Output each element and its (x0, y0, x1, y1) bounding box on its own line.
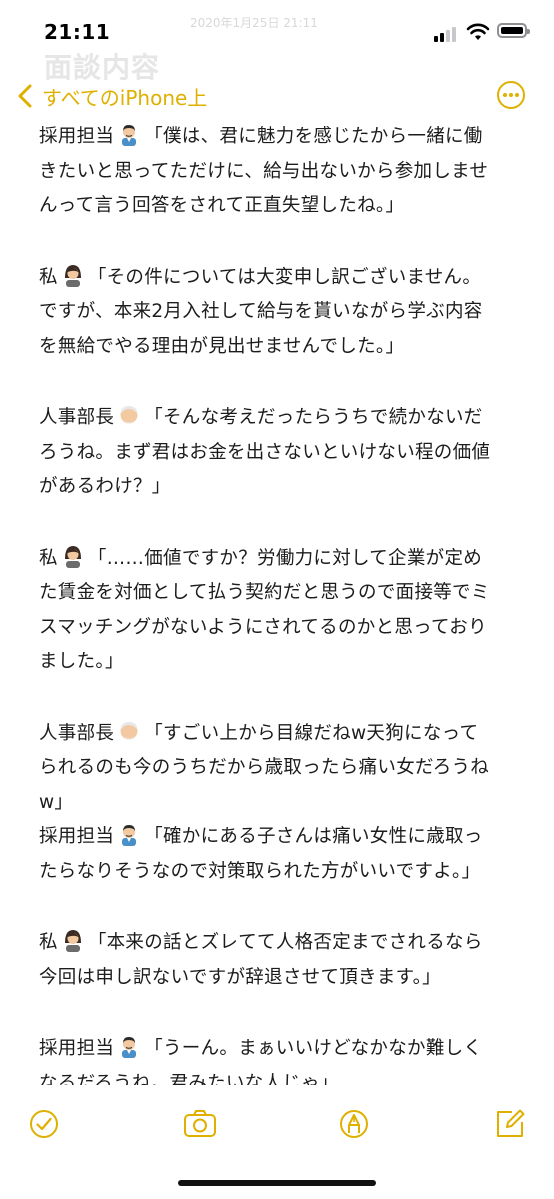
line-text: 今回は申し訳ないですが辞退させて頂きます。」 (39, 966, 441, 988)
note-paragraph: 採用担当「うーん。まぁいいけどなかなか難しくなるだろうね。君みたいな人じゃ」人事… (39, 1032, 529, 1085)
battery-icon (497, 23, 530, 38)
line-text: 「本来の話とズレてて人格否定までされるなら (87, 932, 483, 953)
line-text: ました。」 (39, 651, 124, 672)
note-line: 人事部長 「そんな考えだったらうちで続かないだ (39, 401, 529, 436)
note-line: スマッチングがないようにされてるのかと思っており (39, 611, 529, 646)
speaker-name: 私 (39, 266, 58, 288)
line-text: を無給でやる理由が見出せませんでした。」 (39, 335, 405, 357)
chevron-left-icon (18, 84, 32, 108)
home-indicator[interactable] (178, 1180, 376, 1186)
back-label: すべてのiPhone上 (42, 85, 208, 110)
line-text: 「うーん。まぁいいけどなかなか難しく (144, 1038, 483, 1059)
line-text: きたいと思ってただけに、給与出ないから参加しませ (39, 160, 489, 182)
note-line: ですが、本来2月入社して給与を貰いながら学ぶ内容 (39, 295, 529, 330)
note-paragraph: 私 「……価値ですか？労働力に対して企業が定めた賃金を対価として払う契約だと思うの… (39, 542, 529, 680)
old-man-emoji-icon (117, 719, 141, 756)
note-body[interactable]: 採用担当 「僕は、君に魅力を感じたから一緒に働きたいと思ってただけに、給与出ないか… (39, 120, 529, 1085)
man-technologist-emoji-icon (117, 822, 141, 859)
note-line: きたいと思ってただけに、給与出ないから参加しませ (39, 155, 529, 190)
man-technologist-emoji-icon (117, 122, 141, 159)
old-man-emoji-icon (117, 403, 141, 440)
bottom-toolbar (0, 1100, 554, 1150)
wifi-icon (466, 23, 490, 40)
note-line: 採用担当 「確かにある子さんは痛い女性に歳取っ (39, 820, 529, 855)
line-text: た賃金を対価として払う契約だと思うので面接等でミ (39, 582, 490, 603)
woman-office-worker-emoji-icon (61, 263, 85, 300)
speaker-name: 人事部長 (39, 407, 115, 428)
note-paragraph: 人事部長 「すごい上から目線だねw天狗になってられるのも今のうちだから歳取ったら痛… (39, 717, 529, 890)
note-paragraph: 人事部長 「そんな考えだったらうちで続かないだろうね。まず君はお金を出さないといけ… (39, 401, 529, 505)
note-paragraph: 私 「本来の話とズレてて人格否定までされるなら今回は申し訳ないですが辞退させて頂き… (39, 926, 529, 995)
note-line: 人事部長 「すごい上から目線だねw天狗になって (39, 717, 529, 752)
note-line: た賃金を対価として払う契約だと思うので面接等でミ (39, 576, 529, 611)
line-text: 「その件については大変申し訳ございません。 (87, 266, 482, 288)
line-text: スマッチングがないようにされてるのかと思っており (39, 616, 487, 638)
note-line: w」 (39, 786, 529, 821)
note-line: 私 「本来の話とズレてて人格否定までされるなら (39, 926, 529, 961)
checkmark-circle-icon[interactable] (26, 1106, 62, 1142)
camera-icon[interactable] (182, 1106, 218, 1142)
note-line: んって言う回答をされて正直失望したね。」 (39, 189, 529, 224)
line-text: があるわけ？」 (39, 476, 171, 497)
note-line: 採用担当 「僕は、君に魅力を感じたから一緒に働 (39, 120, 529, 155)
ellipsis-circle-icon[interactable] (496, 80, 526, 110)
woman-office-worker-emoji-icon (61, 928, 85, 965)
line-text: 「……価値ですか？労働力に対して企業が定め (87, 547, 483, 569)
note-line: を無給でやる理由が見出せませんでした。」 (39, 330, 529, 365)
speaker-name: 私 (39, 932, 58, 953)
line-text: ですが、本来2月入社して給与を貰いながら学ぶ内容 (39, 301, 483, 322)
speaker-name: 人事部長 (39, 722, 115, 744)
note-line: 採用担当 「うーん。まぁいいけどなかなか難しく (39, 1032, 529, 1067)
line-text: ろうね。まず君はお金を出さないといけない程の価値 (39, 441, 491, 463)
line-text: w」 (39, 791, 74, 813)
status-time: 21:11 (44, 20, 111, 44)
note-line: 私 「その件については大変申し訳ございません。 (39, 261, 529, 296)
speaker-name: 採用担当 (39, 126, 115, 147)
note-paragraph: 採用担当 「僕は、君に魅力を感じたから一緒に働きたいと思ってただけに、給与出ないか… (39, 120, 529, 224)
compose-icon[interactable] (492, 1106, 528, 1142)
line-text: んって言う回答をされて正直失望したね。」 (39, 195, 405, 216)
speaker-name: 採用担当 (39, 1038, 115, 1059)
note-line: ろうね。まず君はお金を出さないといけない程の価値 (39, 436, 529, 471)
speaker-name: 採用担当 (39, 826, 115, 847)
cellular-signal-icon (434, 24, 460, 42)
speaker-name: 私 (39, 547, 58, 569)
note-line: 今回は申し訳ないですが辞退させて頂きます。」 (39, 961, 529, 996)
pen-circle-icon[interactable] (336, 1106, 372, 1142)
line-text: 「確かにある子さんは痛い女性に歳取っ (144, 826, 483, 847)
woman-office-worker-emoji-icon (61, 544, 85, 581)
note-line: たらなりそうなので対策取られた方がいいですよ。」 (39, 855, 529, 890)
man-technologist-emoji-icon (117, 1034, 141, 1071)
line-text: 「そんな考えだったらうちで続かないだ (144, 407, 483, 428)
note-paragraph: 私 「その件については大変申し訳ございません。ですが、本来2月入社して給与を貰いな… (39, 261, 529, 365)
line-text: 「すごい上から目線だねw天狗になって (144, 722, 479, 744)
note-line: 私 「……価値ですか？労働力に対して企業が定め (39, 542, 529, 577)
note-line: があるわけ？」 (39, 470, 529, 505)
back-button[interactable]: すべてのiPhone上 (14, 80, 207, 112)
faded-note-date: 2020年1月25日 21:11 (190, 16, 318, 30)
line-text: られるのも今のうちだから歳取ったら痛い女だろうね (39, 757, 490, 778)
note-line: なるだろうね。君みたいな人じゃ」 (39, 1067, 529, 1086)
note-line: ました。」 (39, 645, 529, 680)
line-text: 「僕は、君に魅力を感じたから一緒に働 (144, 126, 483, 147)
line-text: なるだろうね。君みたいな人じゃ」 (39, 1072, 339, 1086)
note-line: られるのも今のうちだから歳取ったら痛い女だろうね (39, 751, 529, 786)
nav-bar: すべてのiPhone上 (0, 74, 554, 118)
line-text: たらなりそうなので対策取られた方がいいですよ。」 (39, 860, 481, 882)
